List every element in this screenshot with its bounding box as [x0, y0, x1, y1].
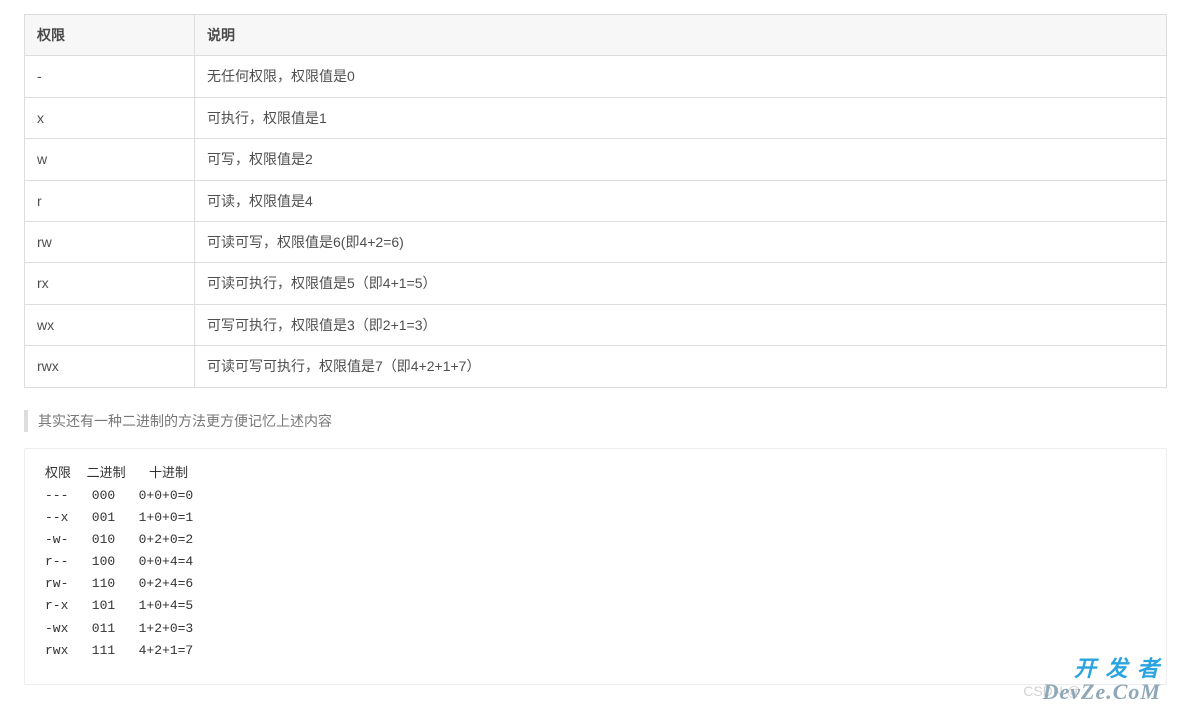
table-row: rwx 可读可写可执行，权限值是7（即4+2+1+7） [25, 346, 1167, 387]
code-block: 权限 二进制 十进制 --- 000 0+0+0=0 --x 001 1+0+0… [24, 448, 1167, 685]
cell-permission: w [25, 139, 195, 180]
table-row: wx 可写可执行，权限值是3（即2+1=3） [25, 304, 1167, 345]
table-row: r 可读，权限值是4 [25, 180, 1167, 221]
cell-description: 可写，权限值是2 [195, 139, 1167, 180]
cell-description: 可读，权限值是4 [195, 180, 1167, 221]
permissions-table: 权限 说明 - 无任何权限，权限值是0 x 可执行，权限值是1 w 可写，权限值… [24, 14, 1167, 388]
cell-description: 可写可执行，权限值是3（即2+1=3） [195, 304, 1167, 345]
cell-permission: x [25, 97, 195, 138]
site-logo: 开 发 者 DevZe.CoM [1043, 657, 1161, 703]
cell-permission: r [25, 180, 195, 221]
table-row: rx 可读可执行，权限值是5（即4+1=5） [25, 263, 1167, 304]
cell-description: 可读可执行，权限值是5（即4+1=5） [195, 263, 1167, 304]
cell-permission: rw [25, 221, 195, 262]
header-permission: 权限 [25, 15, 195, 56]
table-row: x 可执行，权限值是1 [25, 97, 1167, 138]
table-row: - 无任何权限，权限值是0 [25, 56, 1167, 97]
table-row: rw 可读可写，权限值是6(即4+2=6) [25, 221, 1167, 262]
header-description: 说明 [195, 15, 1167, 56]
cell-permission: wx [25, 304, 195, 345]
table-header-row: 权限 说明 [25, 15, 1167, 56]
code-content: 权限 二进制 十进制 --- 000 0+0+0=0 --x 001 1+0+0… [45, 463, 1146, 662]
blockquote-note: 其实还有一种二进制的方法更方便记忆上述内容 [24, 410, 1167, 432]
cell-permission: rx [25, 263, 195, 304]
cell-description: 可读可写可执行，权限值是7（即4+2+1+7） [195, 346, 1167, 387]
logo-bottom-text: DevZe.CoM [1043, 680, 1161, 703]
cell-description: 可读可写，权限值是6(即4+2=6) [195, 221, 1167, 262]
cell-description: 可执行，权限值是1 [195, 97, 1167, 138]
cell-description: 无任何权限，权限值是0 [195, 56, 1167, 97]
table-row: w 可写，权限值是2 [25, 139, 1167, 180]
cell-permission: rwx [25, 346, 195, 387]
cell-permission: - [25, 56, 195, 97]
logo-top-text: 开 发 者 [1043, 657, 1161, 680]
